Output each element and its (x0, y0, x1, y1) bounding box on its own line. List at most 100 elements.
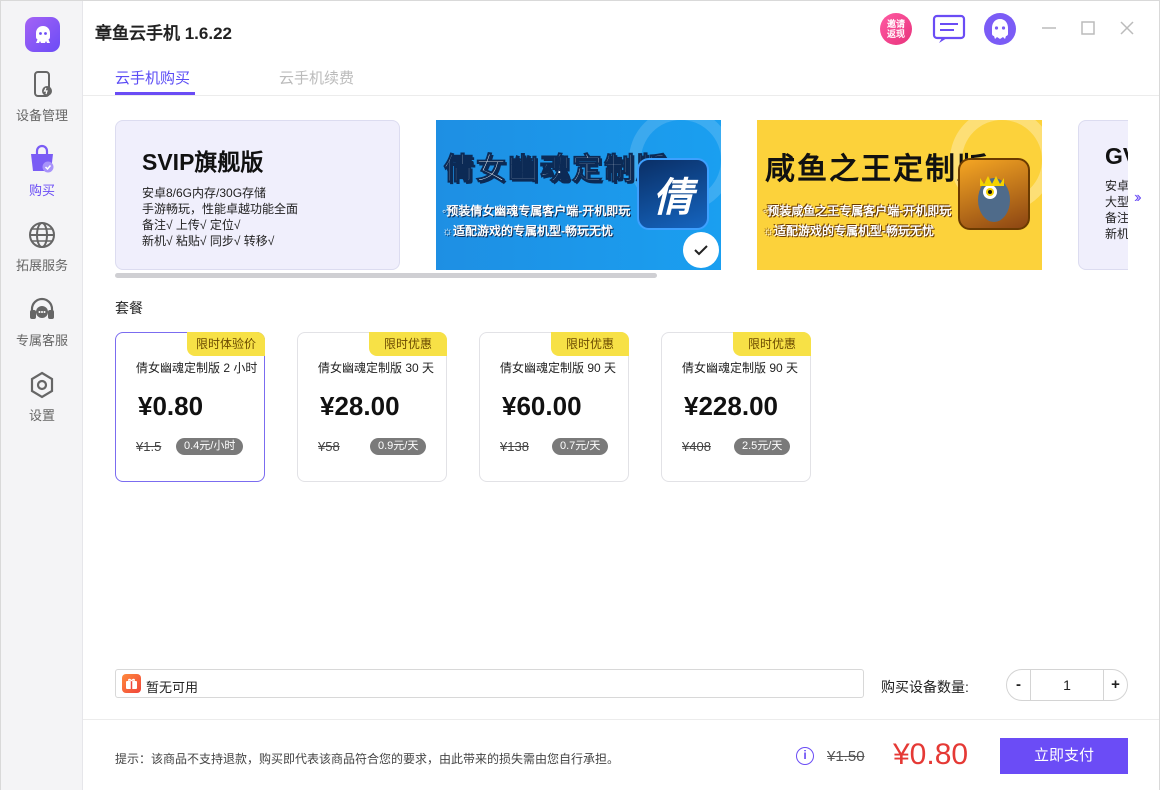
package-unit-price: 0.4元/小时 (176, 438, 244, 455)
avatar[interactable] (984, 13, 1016, 45)
package-price: ¥60.00 (502, 391, 582, 421)
sidebar-item-label: 设备管理 (15, 108, 68, 123)
package-name: 倩女幽魂定制版 90 天 (682, 361, 799, 375)
tab-cloud-phone-purchase[interactable]: 云手机购买 (115, 67, 190, 88)
original-total: ¥1.50 (827, 748, 865, 765)
invite-badge-label: 邀请返现 (886, 19, 905, 39)
package-price: ¥228.00 (684, 391, 778, 421)
sidebar-item-label: 拓展服务 (15, 258, 68, 273)
message-icon[interactable] (932, 14, 966, 44)
package-promo-tag: 限时优惠 (369, 332, 447, 356)
xianyu-banner-card[interactable]: 咸鱼之王定制版 ◦预装咸鱼之王专属客户端-开机即玩 ☼适配游戏的专属机型-畅玩无… (757, 120, 1042, 270)
qiannv-game-icon: 倩 (637, 158, 709, 230)
coupon-selector[interactable]: 暂无可用 (115, 669, 864, 698)
tab-active-indicator (115, 92, 195, 95)
package-original-price: ¥138 (500, 439, 529, 454)
gvip-feature-line: 新机 (1105, 227, 1128, 241)
minimize-icon[interactable] (1040, 19, 1058, 37)
package-original-price: ¥408 (682, 439, 711, 454)
invite-cashback-badge[interactable]: 邀请返现 (880, 13, 912, 45)
qiannv-banner-line: ☼适配游戏的专属机型-畅玩无忧 (442, 224, 613, 238)
package-unit-price: 0.9元/天 (370, 438, 427, 455)
carousel-scrollbar[interactable] (115, 273, 657, 278)
package-unit-price: 2.5元/天 (734, 438, 791, 455)
xianyu-banner-line: ◦预装咸鱼之王专属客户端-开机即玩 (763, 204, 952, 218)
coupon-glyph (126, 678, 137, 689)
octopus-icon (35, 25, 50, 43)
package-promo-tag: 限时优惠 (551, 332, 629, 356)
svip-feature-line: 安卓8/6G内存/30G存储 (142, 186, 267, 200)
sidebar-item-purchase[interactable]: 购买 (1, 144, 83, 204)
gvip-title: GV (1105, 143, 1128, 169)
xianyu-game-icon (958, 158, 1030, 230)
gvip-feature-line: 大型 (1105, 195, 1128, 209)
carousel-next-icon[interactable]: ›› (1134, 189, 1141, 207)
package-promo-tag: 限时体验价 (187, 332, 265, 356)
pay-now-button[interactable]: 立即支付 (1000, 738, 1128, 774)
quantity-increase-button[interactable]: + (1103, 670, 1127, 700)
gvip-feature-line: 备注 (1105, 211, 1128, 225)
svip-title: SVIP旗舰版 (142, 149, 264, 175)
svip-feature-line: 手游畅玩，性能卓越功能全面 (142, 202, 299, 216)
title-bar: 章鱼云手机 1.6.22 邀请返现 (83, 1, 1159, 56)
package-card[interactable]: 限时体验价 倩女幽魂定制版 2 小时 ¥0.80 ¥1.5 0.4元/小时 (115, 332, 265, 482)
gear-icon (30, 371, 54, 399)
package-original-price: ¥1.5 (136, 439, 162, 454)
sidebar: 设备管理 购买 拓展服务 专属客服 设置 (1, 1, 83, 790)
svip-banner-card[interactable]: SVIP旗舰版 安卓8/6G内存/30G存储 手游畅玩，性能卓越功能全面 备注√… (115, 120, 400, 270)
headset-icon (30, 297, 54, 319)
coupon-text: 暂无可用 (146, 680, 199, 695)
app-title: 章鱼云手机 1.6.22 (95, 24, 232, 43)
selected-check-badge (683, 232, 719, 268)
gvip-banner-card-partial[interactable]: GV 安卓 大型 备注 新机 (1078, 120, 1128, 270)
gvip-feature-line: 安卓 (1105, 179, 1128, 193)
sidebar-item-extension-services[interactable]: 拓展服务 (1, 219, 83, 279)
shopping-bag-icon (31, 144, 54, 173)
maximize-icon[interactable] (1079, 19, 1097, 37)
quantity-input[interactable]: 1 (1033, 670, 1101, 700)
quantity-decrease-button[interactable]: - (1007, 670, 1031, 700)
phone-icon (34, 71, 52, 97)
close-icon[interactable] (1118, 19, 1136, 37)
checkout-footer: 提示：该商品不支持退款，购买即代表该商品符合您的要求，由此带来的损失需由您自行承… (83, 719, 1159, 790)
packages-section-title: 套餐 (115, 300, 143, 316)
coupon-icon (122, 674, 141, 693)
sidebar-item-device-manage[interactable]: 设备管理 (1, 69, 83, 129)
package-name: 倩女幽魂定制版 2 小时 (136, 361, 258, 375)
app-logo (25, 17, 60, 52)
package-price: ¥0.80 (138, 391, 204, 421)
quantity-stepper: - 1 + (1006, 669, 1128, 701)
package-card[interactable]: 限时优惠 倩女幽魂定制版 90 天 ¥228.00 ¥408 2.5元/天 (661, 332, 811, 482)
total-price: ¥0.80 (893, 738, 969, 771)
package-original-price: ¥58 (318, 439, 340, 454)
sidebar-item-customer-service[interactable]: 专属客服 (1, 294, 83, 354)
package-promo-tag: 限时优惠 (733, 332, 811, 356)
tab-cloud-phone-renewal[interactable]: 云手机续费 (279, 67, 354, 88)
package-card[interactable]: 限时优惠 倩女幽魂定制版 30 天 ¥28.00 ¥58 0.9元/天 (297, 332, 447, 482)
sidebar-item-label: 购买 (28, 183, 55, 198)
qiannv-banner-title: 倩女幽魂定制版 (444, 153, 668, 187)
xianyu-banner-line: ☼适配游戏的专属机型-畅玩无忧 (763, 224, 934, 238)
qiannv-banner-card[interactable]: 倩女幽魂定制版 ◦预装倩女幽魂专属客户端-开机即玩 ☼适配游戏的专属机型-畅玩无… (436, 120, 721, 270)
fish-character-icon (978, 176, 1010, 222)
quantity-label: 购买设备数量: (881, 679, 969, 695)
tab-bar: 云手机购买 云手机续费 (83, 56, 1159, 96)
product-carousel: SVIP旗舰版 安卓8/6G内存/30G存储 手游畅玩，性能卓越功能全面 备注√… (115, 120, 1128, 270)
qiannv-game-icon-char: 倩 (653, 176, 693, 220)
sidebar-item-settings[interactable]: 设置 (1, 369, 83, 429)
sidebar-item-label: 设置 (28, 408, 55, 423)
svip-feature-line: 备注√ 上传√ 定位√ (142, 218, 241, 232)
package-name: 倩女幽魂定制版 90 天 (500, 361, 617, 375)
info-icon[interactable]: i (796, 747, 814, 765)
sidebar-item-label: 专属客服 (15, 333, 68, 348)
package-unit-price: 0.7元/天 (552, 438, 609, 455)
check-icon (694, 245, 708, 256)
qiannv-banner-line: ◦预装倩女幽魂专属客户端-开机即玩 (442, 204, 631, 218)
globe-icon (29, 222, 55, 248)
svip-feature-line: 新机√ 粘贴√ 同步√ 转移√ (142, 234, 275, 248)
package-card[interactable]: 限时优惠 倩女幽魂定制版 90 天 ¥60.00 ¥138 0.7元/天 (479, 332, 629, 482)
xianyu-banner-title: 咸鱼之王定制版 (765, 153, 989, 186)
refund-tip: 提示：该商品不支持退款，购买即代表该商品符合您的要求，由此带来的损失需由您自行承… (115, 752, 620, 766)
package-price: ¥28.00 (320, 391, 400, 421)
package-name: 倩女幽魂定制版 30 天 (318, 361, 435, 375)
